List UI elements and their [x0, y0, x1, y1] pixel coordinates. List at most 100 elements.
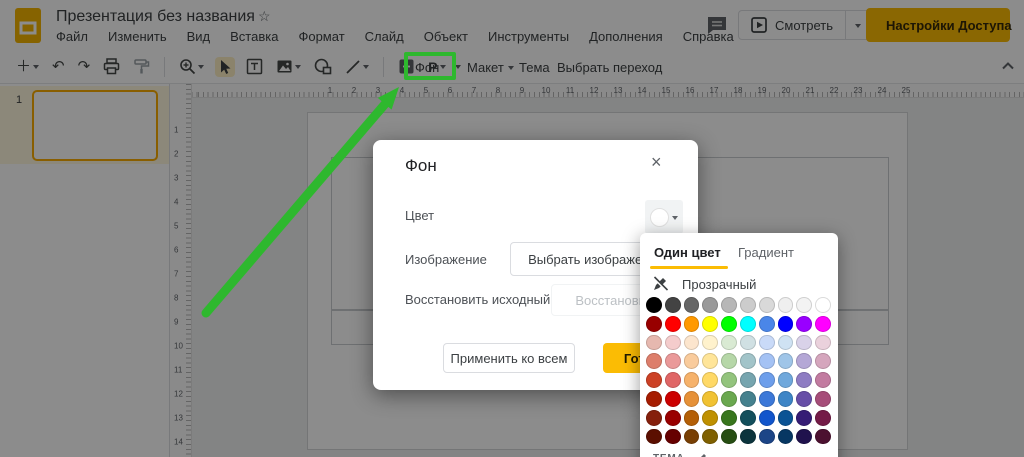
- no-fill-pen-icon: [652, 276, 668, 292]
- color-swatch[interactable]: [702, 353, 718, 369]
- color-swatch[interactable]: [759, 429, 775, 445]
- color-swatch[interactable]: [665, 316, 681, 332]
- color-swatch[interactable]: [815, 353, 831, 369]
- swatch-row-3: [646, 335, 831, 351]
- color-swatch[interactable]: [778, 316, 794, 332]
- close-icon[interactable]: ×: [651, 152, 662, 173]
- color-swatch[interactable]: [778, 410, 794, 426]
- color-swatch[interactable]: [665, 429, 681, 445]
- color-swatch[interactable]: [796, 297, 812, 313]
- color-swatch[interactable]: [684, 297, 700, 313]
- tab-single-color[interactable]: Один цвет: [654, 245, 721, 260]
- edit-pencil-icon: [695, 452, 708, 457]
- color-swatch[interactable]: [646, 372, 662, 388]
- color-swatch[interactable]: [646, 335, 662, 351]
- color-swatch[interactable]: [684, 429, 700, 445]
- color-swatch[interactable]: [665, 353, 681, 369]
- color-swatch[interactable]: [796, 335, 812, 351]
- color-swatch[interactable]: [684, 316, 700, 332]
- swatch-row-1: [646, 297, 831, 313]
- color-swatch[interactable]: [721, 410, 737, 426]
- color-swatch[interactable]: [721, 372, 737, 388]
- swatch-row-5: [646, 372, 831, 388]
- color-swatch[interactable]: [740, 429, 756, 445]
- dialog-title: Фон: [405, 156, 437, 176]
- color-swatch[interactable]: [721, 297, 737, 313]
- color-swatch[interactable]: [646, 429, 662, 445]
- color-swatch[interactable]: [815, 429, 831, 445]
- color-swatch[interactable]: [665, 372, 681, 388]
- color-swatch[interactable]: [759, 316, 775, 332]
- color-swatch[interactable]: [759, 297, 775, 313]
- theme-colors-button[interactable]: ТЕМА: [653, 452, 708, 457]
- apply-to-all-button[interactable]: Применить ко всем: [443, 343, 575, 373]
- color-swatch[interactable]: [721, 335, 737, 351]
- color-swatch[interactable]: [684, 353, 700, 369]
- color-swatch[interactable]: [778, 353, 794, 369]
- color-swatch[interactable]: [778, 372, 794, 388]
- color-swatch[interactable]: [815, 316, 831, 332]
- color-palette-grid: [646, 297, 831, 444]
- color-swatch[interactable]: [684, 391, 700, 407]
- color-swatch[interactable]: [796, 391, 812, 407]
- color-swatch[interactable]: [759, 391, 775, 407]
- color-swatch[interactable]: [646, 391, 662, 407]
- color-swatch[interactable]: [702, 429, 718, 445]
- color-swatch[interactable]: [721, 316, 737, 332]
- color-swatch[interactable]: [684, 335, 700, 351]
- color-swatch[interactable]: [759, 410, 775, 426]
- color-swatch[interactable]: [759, 353, 775, 369]
- color-swatch[interactable]: [815, 391, 831, 407]
- color-swatch[interactable]: [778, 429, 794, 445]
- color-swatch[interactable]: [740, 335, 756, 351]
- color-swatch[interactable]: [740, 353, 756, 369]
- color-swatch[interactable]: [665, 410, 681, 426]
- tab-gradient[interactable]: Градиент: [738, 245, 794, 260]
- transparent-option[interactable]: Прозрачный: [652, 276, 756, 292]
- color-swatch[interactable]: [759, 372, 775, 388]
- color-swatch[interactable]: [778, 297, 794, 313]
- color-swatch[interactable]: [665, 335, 681, 351]
- color-swatch[interactable]: [702, 391, 718, 407]
- google-slides-window: Презентация без названия ☆ ФайлИзменитьВ…: [0, 0, 1024, 457]
- color-swatch[interactable]: [740, 372, 756, 388]
- color-swatch[interactable]: [702, 410, 718, 426]
- color-swatch[interactable]: [740, 316, 756, 332]
- color-swatch[interactable]: [740, 391, 756, 407]
- color-swatch[interactable]: [702, 335, 718, 351]
- color-swatch[interactable]: [646, 316, 662, 332]
- color-swatch[interactable]: [796, 372, 812, 388]
- color-swatch[interactable]: [778, 391, 794, 407]
- swatch-row-7: [646, 410, 831, 426]
- color-swatch[interactable]: [721, 429, 737, 445]
- color-swatch[interactable]: [665, 297, 681, 313]
- color-swatch[interactable]: [646, 353, 662, 369]
- color-swatch[interactable]: [815, 297, 831, 313]
- swatch-row-4: [646, 353, 831, 369]
- color-swatch[interactable]: [815, 335, 831, 351]
- background-color-control[interactable]: [645, 200, 683, 234]
- color-swatch[interactable]: [740, 410, 756, 426]
- color-swatch[interactable]: [796, 316, 812, 332]
- color-swatch[interactable]: [684, 410, 700, 426]
- color-swatch[interactable]: [702, 297, 718, 313]
- color-swatch[interactable]: [796, 353, 812, 369]
- color-swatch[interactable]: [759, 335, 775, 351]
- color-swatch[interactable]: [646, 410, 662, 426]
- color-swatch[interactable]: [796, 410, 812, 426]
- color-swatch[interactable]: [815, 410, 831, 426]
- color-swatch[interactable]: [815, 372, 831, 388]
- color-swatch[interactable]: [778, 335, 794, 351]
- color-swatch[interactable]: [721, 353, 737, 369]
- color-swatch[interactable]: [702, 372, 718, 388]
- color-swatch[interactable]: [665, 391, 681, 407]
- color-swatch[interactable]: [684, 372, 700, 388]
- color-swatch[interactable]: [796, 429, 812, 445]
- swatch-row-8: [646, 429, 831, 445]
- color-swatch[interactable]: [646, 297, 662, 313]
- color-swatch[interactable]: [702, 316, 718, 332]
- theme-label: ТЕМА: [653, 453, 685, 457]
- color-swatch[interactable]: [740, 297, 756, 313]
- swatch-row-6: [646, 391, 831, 407]
- color-swatch[interactable]: [721, 391, 737, 407]
